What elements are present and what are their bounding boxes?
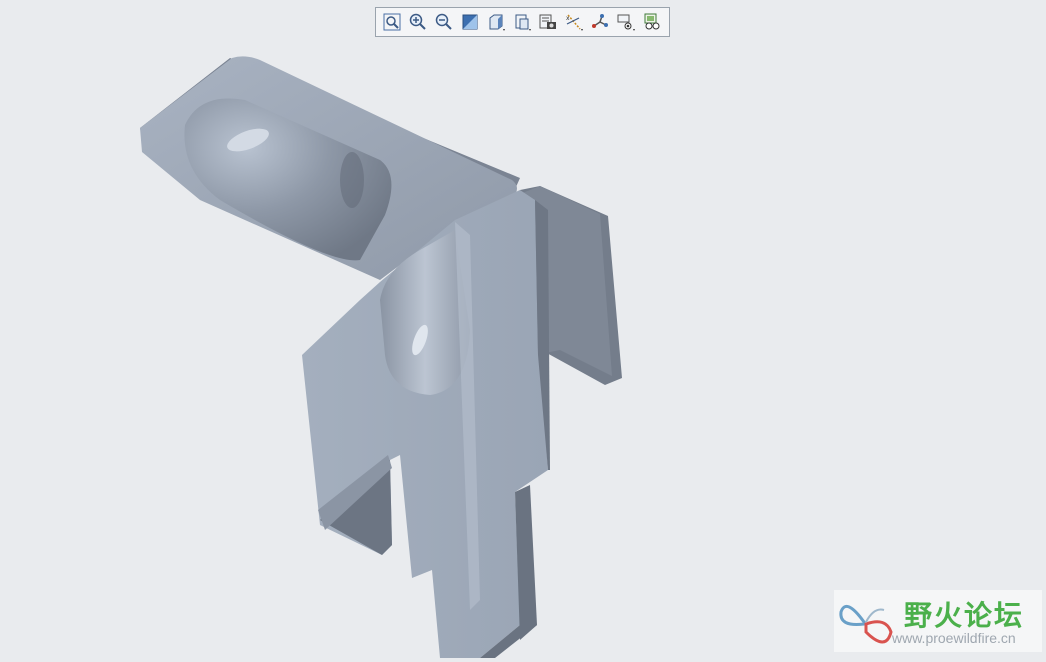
repaint-icon bbox=[462, 14, 478, 30]
zoom-out-icon bbox=[435, 13, 452, 30]
view-manager-button[interactable] bbox=[536, 10, 560, 34]
refit-icon bbox=[383, 13, 401, 31]
zoom-in-icon bbox=[409, 13, 426, 30]
zoom-in-button[interactable] bbox=[406, 10, 430, 34]
zoom-out-button[interactable] bbox=[432, 10, 456, 34]
sheet-metal-part[interactable] bbox=[0, 0, 1046, 658]
appearance-icon bbox=[644, 13, 660, 30]
display-style-icon bbox=[489, 14, 505, 31]
annotation-display-button[interactable] bbox=[588, 10, 612, 34]
view-manager-icon bbox=[539, 14, 556, 29]
butterfly-logo-icon bbox=[839, 604, 893, 644]
svg-text:x: x bbox=[566, 15, 570, 22]
refit-button[interactable] bbox=[380, 10, 404, 34]
datum-display-button[interactable]: x bbox=[562, 10, 586, 34]
view-toolbar: x bbox=[375, 7, 670, 37]
forum-watermark: 野火论坛 www.proewildfire.cn bbox=[834, 590, 1042, 652]
saved-orientations-icon bbox=[515, 14, 531, 31]
model-viewport[interactable] bbox=[0, 0, 1046, 658]
watermark-url: www.proewildfire.cn bbox=[892, 630, 1016, 646]
datum-display-icon: x bbox=[566, 14, 583, 31]
display-style-button[interactable] bbox=[484, 10, 508, 34]
saved-orientations-button[interactable] bbox=[510, 10, 534, 34]
spin-center-button[interactable] bbox=[614, 10, 638, 34]
repaint-button[interactable] bbox=[458, 10, 482, 34]
watermark-title: 野火论坛 bbox=[904, 599, 1025, 632]
appearance-button[interactable] bbox=[640, 10, 664, 34]
spin-center-icon bbox=[617, 14, 635, 31]
annotation-display-icon bbox=[592, 14, 608, 28]
